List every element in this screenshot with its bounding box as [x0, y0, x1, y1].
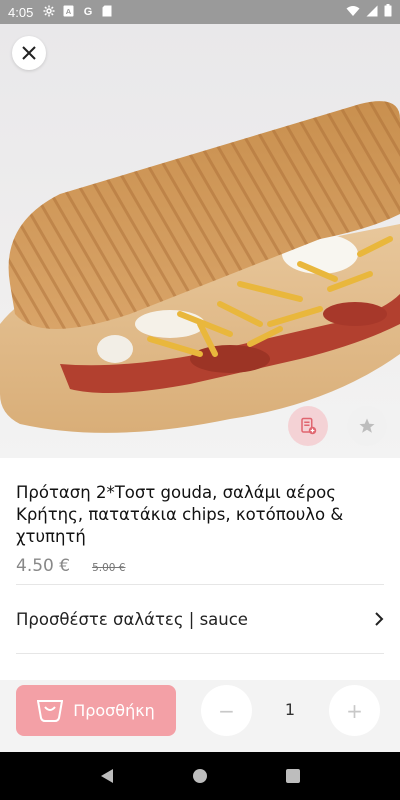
- wifi-icon: [346, 5, 360, 20]
- status-bar: 4:05 A G: [0, 0, 400, 24]
- recents-icon[interactable]: [285, 768, 301, 784]
- divider: [16, 653, 384, 654]
- options-label: Προσθέστε σαλάτες | sauce: [16, 609, 248, 629]
- product-price: 4.50 €: [16, 556, 71, 576]
- basket-icon: [37, 699, 64, 722]
- signal-icon: [366, 5, 378, 20]
- back-icon[interactable]: [99, 768, 115, 784]
- google-g-icon: G: [82, 5, 94, 20]
- add-note-button[interactable]: [288, 406, 328, 446]
- add-salads-sauce-row[interactable]: Προσθέστε σαλάτες | sauce: [16, 585, 384, 653]
- sandwich-illustration: [0, 101, 400, 433]
- svg-text:A: A: [66, 7, 72, 16]
- cart-bar: Προσθήκη − 1 +: [0, 680, 400, 752]
- chevron-right-icon: [375, 612, 384, 626]
- home-icon[interactable]: [192, 768, 208, 784]
- note-add-icon: [301, 417, 317, 435]
- battery-icon: [384, 4, 392, 20]
- favorite-button[interactable]: [347, 406, 387, 446]
- close-icon: [22, 46, 36, 60]
- gear-icon: [43, 5, 55, 20]
- product-title: Πρόταση 2*Τοστ gouda, σαλάμι αέρος Κρήτη…: [16, 483, 344, 546]
- price-row: 4.50 € 5.00 €: [16, 556, 384, 576]
- product-image: [0, 24, 400, 458]
- a-icon: A: [63, 5, 74, 20]
- status-time: 4:05: [8, 4, 34, 20]
- product-info: Πρόταση 2*Τοστ gouda, σαλάμι αέρος Κρήτη…: [0, 458, 400, 654]
- star-icon: [359, 418, 375, 433]
- close-button[interactable]: [12, 36, 46, 70]
- decrease-quantity-button[interactable]: −: [201, 685, 252, 736]
- quantity-value: 1: [284, 700, 296, 719]
- svg-text:G: G: [84, 6, 93, 17]
- increase-quantity-button[interactable]: +: [329, 685, 380, 736]
- add-to-cart-label: Προσθήκη: [73, 701, 155, 720]
- sd-card-icon: [102, 5, 112, 20]
- add-to-cart-button[interactable]: Προσθήκη: [16, 685, 176, 736]
- system-nav-bar: [0, 752, 400, 800]
- product-old-price: 5.00 €: [92, 562, 126, 574]
